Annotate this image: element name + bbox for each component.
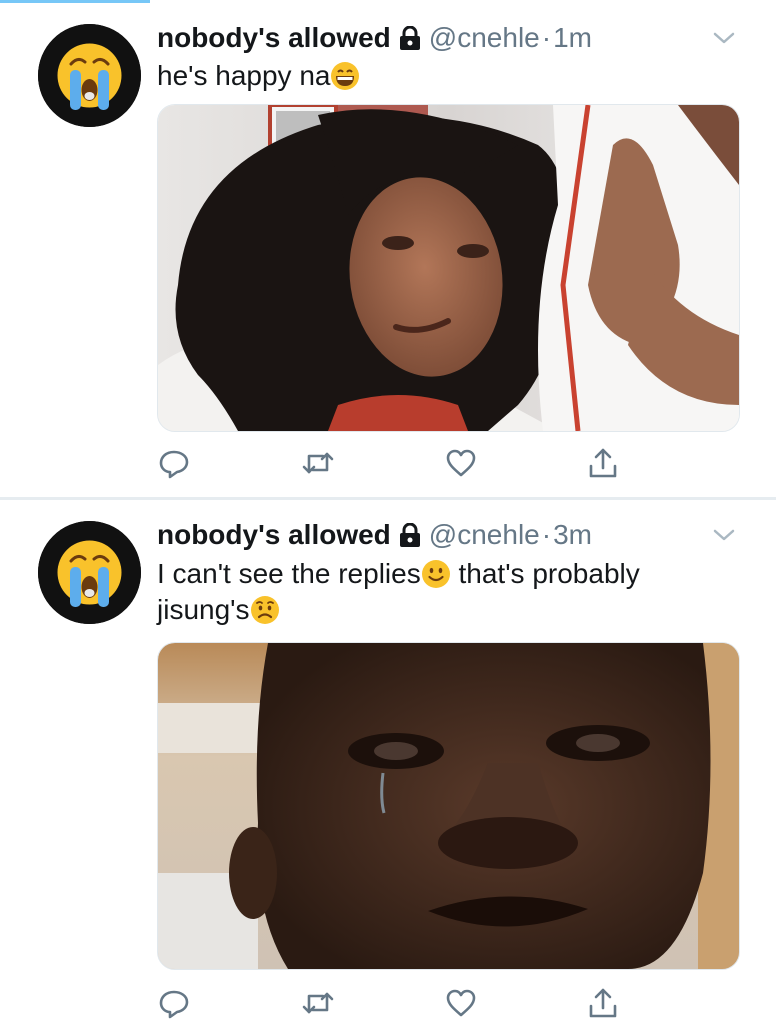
reply-icon[interactable] <box>157 446 191 480</box>
user-handle[interactable]: @cnehle <box>429 22 540 54</box>
timestamp[interactable]: 1m <box>553 22 592 54</box>
chevron-down-icon[interactable] <box>708 525 740 545</box>
avatar[interactable] <box>38 24 141 127</box>
tweet-image[interactable] <box>157 104 740 432</box>
separator-dot: · <box>541 519 552 550</box>
tweet-text-part: I can't see the replies <box>157 558 421 589</box>
lock-icon <box>399 26 421 50</box>
tweet-header: nobody's allowed @cnehle · 3m <box>157 517 592 553</box>
crying-face-emoji <box>38 24 141 127</box>
crying-face-emoji <box>38 521 141 624</box>
separator-dot: · <box>541 22 552 53</box>
grinning-face-emoji <box>331 62 360 90</box>
tweet-image[interactable] <box>157 642 740 970</box>
tweet-text: he's happy na <box>157 58 747 94</box>
retweet-icon[interactable] <box>300 446 336 480</box>
tweet-actions <box>157 446 627 480</box>
display-name[interactable]: nobody's allowed <box>157 22 391 54</box>
photo-woman-hospital-bed <box>158 105 739 431</box>
tweet-header: nobody's allowed @cnehle · 1m <box>157 20 592 56</box>
like-icon[interactable] <box>444 446 478 480</box>
tweet-text-content: he's happy na <box>157 60 331 91</box>
retweet-icon[interactable] <box>300 986 336 1020</box>
tweet[interactable]: nobody's allowed @cnehle · 1m he's happy… <box>0 0 776 498</box>
share-icon[interactable] <box>586 986 620 1020</box>
user-handle[interactable]: @cnehle <box>429 519 540 551</box>
timestamp[interactable]: 3m <box>553 519 592 551</box>
avatar[interactable] <box>38 521 141 624</box>
chevron-down-icon[interactable] <box>708 28 740 48</box>
slightly-smiling-face-emoji <box>421 560 450 588</box>
tweet-text-part: that's probably <box>450 558 640 589</box>
tweet-actions <box>157 986 627 1020</box>
reply-icon[interactable] <box>157 986 191 1020</box>
worried-face-emoji <box>250 596 279 624</box>
tweet-text-part: jisung's <box>157 594 250 625</box>
like-icon[interactable] <box>444 986 478 1020</box>
tweet[interactable]: nobody's allowed @cnehle · 3m I can't se… <box>0 500 776 1024</box>
photo-crying-man-closeup <box>158 643 739 969</box>
display-name[interactable]: nobody's allowed <box>157 519 391 551</box>
tweet-text: I can't see the replies that's probably j… <box>157 556 747 628</box>
lock-icon <box>399 523 421 547</box>
share-icon[interactable] <box>586 446 620 480</box>
